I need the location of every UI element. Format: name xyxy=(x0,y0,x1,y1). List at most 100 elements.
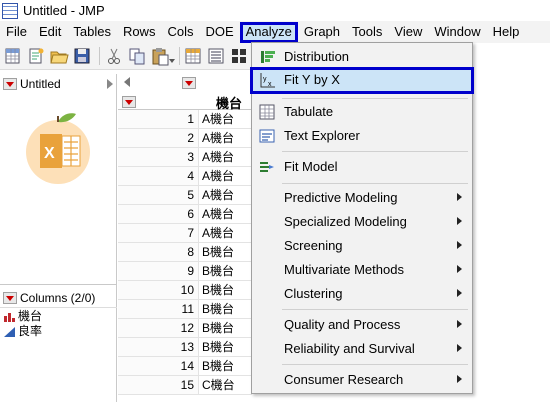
menu-item-specialized-modeling[interactable]: Specialized Modeling xyxy=(252,211,472,233)
new-table-icon[interactable] xyxy=(3,46,23,66)
menu-doe[interactable]: DOE xyxy=(199,22,239,42)
collapse-arrow-icon[interactable] xyxy=(107,79,113,89)
menu-graph[interactable]: Graph xyxy=(298,22,346,42)
open-icon[interactable] xyxy=(49,46,69,66)
table-row[interactable]: 11 B機台 xyxy=(118,300,252,319)
menu-item-label: Text Explorer xyxy=(284,128,360,143)
menu-item-screening[interactable]: Screening xyxy=(252,235,472,257)
menu-item-multivariate-methods[interactable]: Multivariate Methods xyxy=(252,259,472,281)
table-row[interactable]: 7 A機台 xyxy=(118,224,252,243)
row-number: 2 xyxy=(118,129,199,147)
cell-value[interactable]: B機台 xyxy=(199,319,234,337)
menu-bar: File Edit Tables Rows Cols DOE Analyze G… xyxy=(0,21,550,43)
data-grid-icon[interactable] xyxy=(183,46,203,66)
menu-view[interactable]: View xyxy=(388,22,428,42)
analyze-dropdown-menu: Distribution yx Fit Y by X Tabulate Text… xyxy=(250,42,474,394)
red-triangle-menu-icon[interactable] xyxy=(182,77,196,89)
menu-tables[interactable]: Tables xyxy=(67,22,117,42)
cell-value[interactable]: B機台 xyxy=(199,262,234,280)
cell-value[interactable]: A機台 xyxy=(199,205,234,223)
row-number: 3 xyxy=(118,148,199,166)
table-row[interactable]: 14 B機台 xyxy=(118,357,252,376)
menu-separator xyxy=(282,183,468,184)
row-number: 5 xyxy=(118,186,199,204)
table-row[interactable]: 4 A機台 xyxy=(118,167,252,186)
column-name: 良率 xyxy=(18,324,43,338)
table-row[interactable]: 5 A機台 xyxy=(118,186,252,205)
menu-item-fit-model[interactable]: Fit Model xyxy=(252,156,472,178)
menu-item-label: Consumer Research xyxy=(284,372,404,387)
menu-help[interactable]: Help xyxy=(487,22,526,42)
paste-icon[interactable] xyxy=(150,46,170,66)
copy-icon[interactable] xyxy=(127,46,147,66)
table-row[interactable]: 9 B機台 xyxy=(118,262,252,281)
menu-item-distribution[interactable]: Distribution xyxy=(252,46,472,68)
menu-cols[interactable]: Cols xyxy=(161,22,199,42)
row-number: 8 xyxy=(118,243,199,261)
column-item[interactable]: 良率 xyxy=(0,323,117,338)
cell-value[interactable]: B機台 xyxy=(199,281,234,299)
table-row[interactable]: 6 A機台 xyxy=(118,205,252,224)
red-triangle-menu-icon[interactable] xyxy=(3,78,17,90)
new-script-icon[interactable] xyxy=(26,46,46,66)
table-row[interactable]: 10 B機台 xyxy=(118,281,252,300)
table-row[interactable]: 12 B機台 xyxy=(118,319,252,338)
cell-value[interactable]: B機台 xyxy=(199,243,234,261)
row-number: 4 xyxy=(118,167,199,185)
column-header[interactable]: 機台 xyxy=(216,93,242,112)
row-number: 6 xyxy=(118,205,199,223)
cell-value[interactable]: A機台 xyxy=(199,167,234,185)
red-triangle-menu-icon[interactable] xyxy=(3,291,17,304)
cell-value[interactable]: C機台 xyxy=(199,376,235,394)
menu-item-reliability-and-survival[interactable]: Reliability and Survival xyxy=(252,338,472,360)
table-row[interactable]: 15 C機台 xyxy=(118,376,252,395)
menu-item-clustering[interactable]: Clustering xyxy=(252,283,472,305)
cell-value[interactable]: A機台 xyxy=(199,224,234,242)
table-row[interactable]: 1 A機台 xyxy=(118,110,252,129)
menu-item-predictive-modeling[interactable]: Predictive Modeling xyxy=(252,187,472,209)
menu-edit[interactable]: Edit xyxy=(33,22,67,42)
cell-value[interactable]: A機台 xyxy=(199,186,234,204)
submenu-arrow-icon xyxy=(457,265,462,273)
table-list-icon[interactable] xyxy=(206,46,226,66)
cell-value[interactable]: B機台 xyxy=(199,338,234,356)
toolbar-separator xyxy=(99,47,100,65)
menu-analyze[interactable]: Analyze xyxy=(239,21,298,43)
table-name: Untitled xyxy=(20,77,61,91)
menu-rows[interactable]: Rows xyxy=(117,22,162,42)
menu-item-label: Fit Y by X xyxy=(284,72,340,87)
menu-item-quality-and-process[interactable]: Quality and Process xyxy=(252,314,472,336)
excel-orange-icon: X xyxy=(20,108,100,188)
menu-item-tabulate[interactable]: Tabulate xyxy=(252,101,472,123)
menu-item-text-explorer[interactable]: Text Explorer xyxy=(252,125,472,147)
table-row[interactable]: 2 A機台 xyxy=(118,129,252,148)
cell-value[interactable]: A機台 xyxy=(199,110,234,128)
cell-value[interactable]: B機台 xyxy=(199,357,234,375)
menu-tools[interactable]: Tools xyxy=(346,22,388,42)
row-number: 1 xyxy=(118,110,199,128)
menu-item-consumer-research[interactable]: Consumer Research xyxy=(252,369,472,391)
menu-item-label: Fit Model xyxy=(284,159,338,174)
column-item[interactable]: 機台 xyxy=(0,308,117,323)
tiles-icon[interactable] xyxy=(229,46,249,66)
columns-panel-header: Columns (2/0) xyxy=(0,288,117,308)
cell-value[interactable]: A機台 xyxy=(199,148,234,166)
submenu-arrow-icon xyxy=(457,375,462,383)
menu-file[interactable]: File xyxy=(0,22,33,42)
table-row[interactable]: 13 B機台 xyxy=(118,338,252,357)
table-row[interactable]: 3 A機台 xyxy=(118,148,252,167)
toolbar xyxy=(0,43,252,70)
save-icon[interactable] xyxy=(72,46,92,66)
table-row[interactable]: 8 B機台 xyxy=(118,243,252,262)
cell-value[interactable]: A機台 xyxy=(199,129,234,147)
red-triangle-menu-icon[interactable] xyxy=(122,96,136,108)
menu-item-fit-y-by-x[interactable]: yx Fit Y by X xyxy=(250,67,474,94)
window-title: Untitled - JMP xyxy=(23,3,105,18)
menu-window[interactable]: Window xyxy=(428,22,486,42)
back-arrow-icon[interactable] xyxy=(124,77,130,87)
menu-item-label: Distribution xyxy=(284,49,350,64)
svg-text:x: x xyxy=(268,81,272,88)
cut-icon[interactable] xyxy=(104,46,124,66)
row-number: 12 xyxy=(118,319,199,337)
cell-value[interactable]: B機台 xyxy=(199,300,234,318)
